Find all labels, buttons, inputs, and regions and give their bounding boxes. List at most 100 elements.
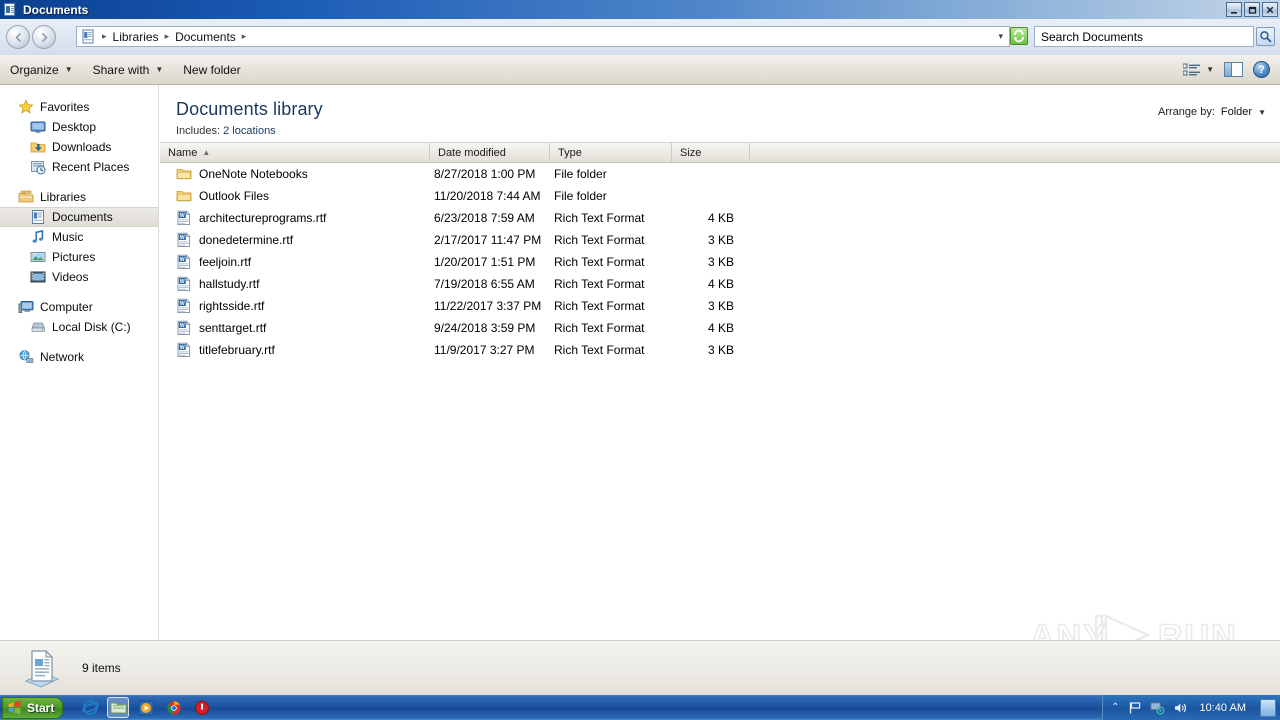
sidebar-item-pictures[interactable]: Pictures xyxy=(0,247,158,267)
file-name-cell[interactable]: Wtitlefebruary.rtf xyxy=(160,342,430,358)
navigation-pane[interactable]: Favorites Desktop Downloads Recent Place… xyxy=(0,85,159,640)
sidebar-item-videos[interactable]: Videos xyxy=(0,267,158,287)
show-desktop-button[interactable] xyxy=(1260,698,1276,717)
share-with-button[interactable]: Share with ▼ xyxy=(83,60,174,80)
taskbar-internet-explorer-icon[interactable] xyxy=(79,697,101,718)
file-name: senttarget.rtf xyxy=(199,321,267,335)
includes-value[interactable]: 2 locations xyxy=(223,125,276,137)
file-name-cell[interactable]: Wrightsside.rtf xyxy=(160,298,430,314)
organize-button[interactable]: Organize ▼ xyxy=(0,60,83,80)
column-label: Name xyxy=(168,146,198,159)
column-header-type[interactable]: Type xyxy=(550,143,672,162)
address-bar[interactable]: ▸ Libraries ▸ Documents ▸ ▾ xyxy=(76,26,1010,47)
breadcrumb-separator-2[interactable]: ▸ xyxy=(238,31,251,42)
search-input[interactable]: Search Documents xyxy=(1034,26,1254,47)
file-type-cell: Rich Text Format xyxy=(554,277,645,291)
nav-group-libraries: Libraries Documents Music Pictures Video… xyxy=(0,187,158,287)
sidebar-item-libraries[interactable]: Libraries xyxy=(0,187,158,207)
back-button[interactable] xyxy=(6,25,30,49)
breadcrumb-item-libraries[interactable]: Libraries xyxy=(111,29,161,45)
taskbar-media-player-icon[interactable] xyxy=(135,697,157,718)
file-row[interactable]: Wdonedetermine.rtf 2/17/2017 11:47 PM Rich… xyxy=(160,229,1280,251)
arrange-by-value: Folder xyxy=(1220,106,1253,118)
forward-button[interactable] xyxy=(32,25,56,49)
breadcrumb-separator-1[interactable]: ▸ xyxy=(161,31,174,42)
preview-pane-button[interactable] xyxy=(1224,62,1243,77)
rtf-file-icon: W xyxy=(177,276,191,292)
file-row[interactable]: Wrightsside.rtf 11/22/2017 3:37 PM Rich Te… xyxy=(160,295,1280,317)
star-icon xyxy=(18,99,34,114)
file-row[interactable]: Outlook Files 11/20/2018 7:44 AM File fold… xyxy=(160,185,1280,207)
tray-expand-icon[interactable]: ⌃ xyxy=(1111,702,1119,713)
refresh-button[interactable] xyxy=(1010,27,1028,45)
file-list[interactable]: OneNote Notebooks 8/27/2018 1:00 PM File f… xyxy=(160,163,1280,640)
sidebar-label: Pictures xyxy=(52,250,96,264)
sidebar-item-music[interactable]: Music xyxy=(0,227,158,247)
file-name: donedetermine.rtf xyxy=(199,233,294,247)
column-header-size[interactable]: Size xyxy=(672,143,750,162)
nav-buttons xyxy=(6,25,56,49)
file-row[interactable]: Wsenttarget.rtf 9/24/2018 3:59 PM Rich Tex… xyxy=(160,317,1280,339)
sidebar-item-recent-places[interactable]: Recent Places xyxy=(0,157,158,177)
file-row[interactable]: Wtitlefebruary.rtf 11/9/2017 3:27 PM Rich … xyxy=(160,339,1280,361)
maximize-button[interactable] xyxy=(1244,2,1260,17)
quick-launch xyxy=(79,697,213,718)
clock[interactable]: 10:40 AM xyxy=(1196,702,1250,714)
includes-label: Includes: xyxy=(176,125,221,137)
file-name-cell[interactable]: Wdonedetermine.rtf xyxy=(160,232,430,248)
chevron-down-icon: ▼ xyxy=(1206,65,1214,74)
file-row[interactable]: Whallstudy.rtf 7/19/2018 6:55 AM Rich Text… xyxy=(160,273,1280,295)
file-row[interactable]: OneNote Notebooks 8/27/2018 1:00 PM File f… xyxy=(160,163,1280,185)
svg-text:W: W xyxy=(180,213,185,219)
arrange-by-control[interactable]: Arrange by: Folder ▼ xyxy=(1158,106,1266,118)
column-header-date-modified[interactable]: Date modified xyxy=(430,143,550,162)
file-name-cell[interactable]: Warchitectureprograms.rtf xyxy=(160,210,430,226)
sidebar-item-network[interactable]: Network xyxy=(0,347,158,367)
svg-text:W: W xyxy=(180,345,185,351)
sidebar-item-desktop[interactable]: Desktop xyxy=(0,117,158,137)
help-button[interactable]: ? xyxy=(1253,61,1270,78)
refresh-icon xyxy=(1014,29,1024,43)
new-folder-label: New folder xyxy=(183,62,241,77)
taskbar-chrome-icon[interactable] xyxy=(163,697,185,718)
file-row[interactable]: Wfeeljoin.rtf 1/20/2017 1:51 PM Rich Text … xyxy=(160,251,1280,273)
start-button[interactable]: Start xyxy=(2,696,64,719)
new-folder-button[interactable]: New folder xyxy=(173,60,250,80)
network-tray-icon[interactable] xyxy=(1150,701,1165,715)
close-button[interactable] xyxy=(1262,2,1278,17)
rtf-file-icon: W xyxy=(177,342,191,358)
file-date-cell: 11/20/2018 7:44 AM xyxy=(434,189,541,203)
sidebar-label: Documents xyxy=(52,210,113,224)
address-history-dropdown-icon[interactable]: ▾ xyxy=(998,31,1007,42)
search-button[interactable] xyxy=(1256,27,1275,46)
rtf-file-icon: W xyxy=(177,298,191,314)
music-icon xyxy=(32,230,44,243)
documents-icon xyxy=(32,210,44,224)
command-bar-right: ▼ ? xyxy=(1183,61,1280,78)
sidebar-item-computer[interactable]: Computer xyxy=(0,297,158,317)
library-header: Documents library Includes: 2 locations xyxy=(160,85,1280,137)
file-name-cell[interactable]: Whallstudy.rtf xyxy=(160,276,430,292)
minimize-button[interactable] xyxy=(1226,2,1242,17)
file-name: rightsside.rtf xyxy=(199,299,265,313)
file-type-cell: File folder xyxy=(554,167,607,181)
breadcrumb-separator-0[interactable]: ▸ xyxy=(98,31,111,42)
file-name-cell[interactable]: Wsenttarget.rtf xyxy=(160,320,430,336)
flag-icon[interactable] xyxy=(1128,701,1142,715)
file-name-cell[interactable]: OneNote Notebooks xyxy=(160,166,430,182)
sidebar-item-local-disk-c[interactable]: Local Disk (C:) xyxy=(0,317,158,337)
file-name-cell[interactable]: Outlook Files xyxy=(160,188,430,204)
taskbar-stop-app-icon[interactable] xyxy=(191,697,213,718)
sidebar-label: Favorites xyxy=(40,100,90,114)
column-header-name[interactable]: Name ▲ xyxy=(160,143,430,162)
breadcrumb-item-documents[interactable]: Documents xyxy=(173,29,238,45)
file-name: architectureprograms.rtf xyxy=(199,211,327,225)
file-row[interactable]: Warchitectureprograms.rtf 6/23/2018 7:59 … xyxy=(160,207,1280,229)
sidebar-item-documents[interactable]: Documents xyxy=(0,207,158,227)
change-view-button[interactable]: ▼ xyxy=(1183,63,1214,77)
file-name-cell[interactable]: Wfeeljoin.rtf xyxy=(160,254,430,270)
sidebar-item-downloads[interactable]: Downloads xyxy=(0,137,158,157)
volume-icon[interactable] xyxy=(1173,701,1188,715)
taskbar-windows-explorer-icon[interactable] xyxy=(107,697,130,718)
sidebar-item-favorites[interactable]: Favorites xyxy=(0,97,158,117)
